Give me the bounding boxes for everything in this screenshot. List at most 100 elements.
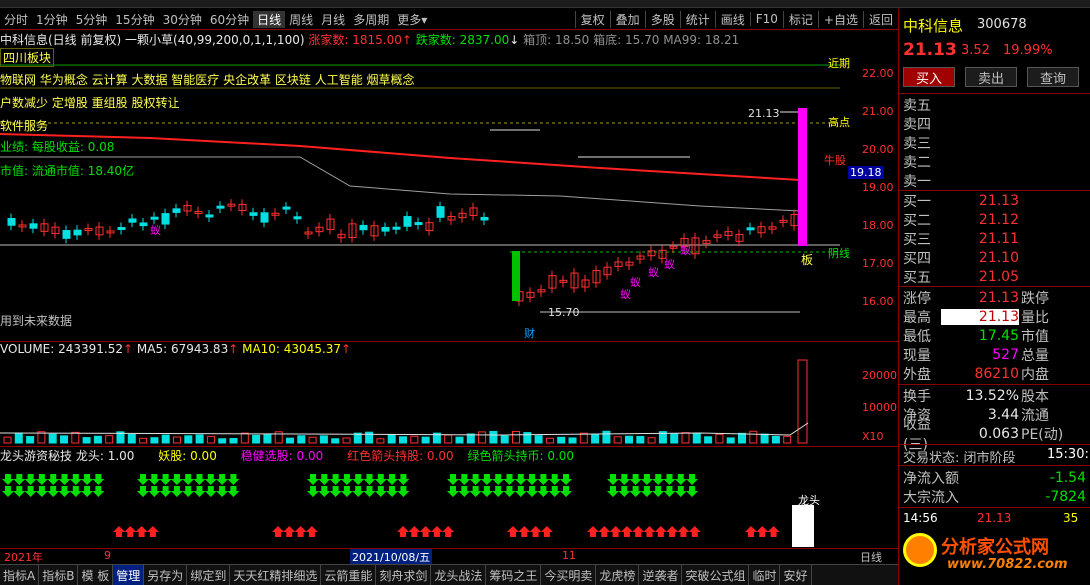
period-5min[interactable]: 5分钟: [72, 11, 112, 28]
green-arrow-icon: [469, 474, 482, 485]
tab-bind-to[interactable]: 绑定到: [187, 565, 231, 585]
volume-bar: [342, 437, 351, 444]
yin-label: 阴线: [828, 247, 850, 260]
candle-body: [161, 213, 170, 225]
green-arrow-icon: [69, 474, 82, 485]
red-arrow-icon: [767, 526, 780, 537]
green-arrow-icon: [618, 486, 631, 497]
day-label: 日线: [860, 551, 882, 564]
green-arrow-icon: [397, 486, 410, 497]
stats-button[interactable]: 统计: [679, 10, 715, 28]
tab-template[interactable]: 模 板: [78, 565, 114, 585]
chart-toolbar: 分时 1分钟 5分钟 15分钟 30分钟 60分钟 日线 周线 月线 多周期 更…: [0, 9, 898, 30]
sell-button[interactable]: 卖出: [965, 67, 1017, 87]
logo: 分析家公式网 www.70822.com: [903, 529, 1087, 581]
fin-row-eps: 收益(三) 0.063 PE(动): [903, 417, 1086, 453]
green-arrow-icon: [24, 474, 37, 485]
query-button[interactable]: 查询: [1027, 67, 1079, 87]
down-arrow-icon: ↓: [509, 33, 520, 46]
green-arrow-icon: [170, 486, 183, 497]
tab-formula-3[interactable]: 刻舟求剑: [376, 565, 432, 585]
tab-save-as[interactable]: 另存为: [144, 565, 188, 585]
tab-formula-4[interactable]: 龙头战法: [431, 565, 487, 585]
red-arrow-icon: [305, 526, 318, 537]
volume-bar: [173, 436, 181, 444]
red-arrow-icon: [430, 526, 443, 537]
add-watchlist-button[interactable]: +自选: [817, 10, 863, 28]
volume-chart[interactable]: 20000 10000 X10: [0, 355, 898, 445]
period-multi[interactable]: 多周期: [349, 11, 393, 28]
back-button[interactable]: 返回: [862, 10, 898, 28]
tab-formula-6[interactable]: 今买明卖: [541, 565, 597, 585]
green-arrow-icon: [58, 474, 71, 485]
red-arrow-icon: [124, 526, 137, 537]
mark-button[interactable]: 标记: [782, 10, 818, 28]
tab-anhao[interactable]: 安好: [780, 565, 812, 585]
fin-row-turnover: 换手 13.52% 股本: [903, 386, 1086, 405]
volume-bar: [150, 437, 159, 444]
candle-body: [139, 222, 148, 227]
tab-formula-1[interactable]: 天天红精排细选: [230, 565, 322, 585]
period-daily[interactable]: 日线: [253, 10, 286, 28]
green-arrow-icon: [193, 486, 206, 497]
tab-indicator-a[interactable]: 指标A: [0, 565, 40, 585]
volume-arrow-icon: ↑: [123, 342, 134, 356]
stat-value: 86210: [974, 365, 1019, 382]
f10-button[interactable]: F10: [749, 12, 783, 26]
tab-temp[interactable]: 临时: [749, 565, 781, 585]
period-monthly[interactable]: 月线: [317, 11, 349, 28]
period-30min[interactable]: 30分钟: [159, 11, 206, 28]
period-15min[interactable]: 15分钟: [111, 11, 158, 28]
tab-formula-8[interactable]: 逆袭者: [639, 565, 683, 585]
period-fenshi[interactable]: 分时: [0, 11, 32, 28]
tab-formula-9[interactable]: 突破公式组: [682, 565, 750, 585]
tick-price: 21.13: [977, 511, 1012, 525]
sell-level-1: 卖一: [903, 171, 1086, 190]
ant-marker: 蚁: [150, 224, 161, 237]
volume-bar: [681, 432, 690, 444]
volume-bar: [82, 437, 91, 444]
ban-marker: 板: [801, 253, 814, 267]
period-60min[interactable]: 60分钟: [206, 11, 253, 28]
period-weekly[interactable]: 周线: [285, 11, 317, 28]
volume-bar: [568, 437, 577, 444]
tab-manage[interactable]: 管理: [113, 565, 145, 585]
candle-body: [746, 227, 755, 231]
red-arrow-icon: [518, 526, 531, 537]
vol-tick-2: X10: [862, 430, 884, 443]
green-arrow-icon: [386, 474, 399, 485]
candle-body: [62, 230, 71, 239]
green-arrow-icon: [329, 486, 342, 497]
volume-bar: [308, 436, 317, 444]
overlay-button[interactable]: 叠加: [609, 10, 645, 28]
candle-body: [403, 216, 412, 227]
tab-formula-7[interactable]: 龙虎榜: [596, 565, 640, 585]
buy-button[interactable]: 买入: [903, 67, 955, 87]
green-arrow-icon: [193, 474, 206, 485]
fuquan-button[interactable]: 复权: [574, 10, 610, 28]
multi-stock-button[interactable]: 多股: [644, 10, 680, 28]
stock-title: 中科信息(日线 前复权): [0, 33, 122, 46]
formula-name: 一颗小草(40,99,200,0,1,1,100): [125, 33, 305, 46]
buy-level-price: 21.13: [978, 192, 1019, 209]
fin-label: 股本: [1021, 388, 1049, 405]
volume-bar: [545, 437, 554, 444]
period-more[interactable]: 更多▾: [393, 11, 431, 28]
red-arrow-icon: [688, 526, 701, 537]
longtou-label: 龙头: [798, 494, 820, 507]
volume-bar: [93, 435, 102, 444]
sell-level-4: 卖四: [903, 114, 1086, 133]
period-1min[interactable]: 1分钟: [32, 11, 72, 28]
stat-label: 最高: [903, 309, 931, 326]
tab-indicator-b[interactable]: 指标B: [39, 565, 79, 585]
green-arrow-icon: [663, 486, 676, 497]
green-arrow-icon: [24, 486, 37, 497]
candlestick-chart[interactable]: 蚁蚁蚁蚁蚁蚁 四川板块 物联网 华为概念 云计算 大数据 智能医疗 央企改革 区…: [0, 46, 898, 341]
tab-formula-2[interactable]: 云箭重能: [321, 565, 377, 585]
longtou-bar: [792, 505, 814, 547]
indicator-chart[interactable]: 龙头: [0, 460, 898, 548]
tab-formula-5[interactable]: 筹码之王: [486, 565, 542, 585]
green-arrow-icon: [216, 474, 229, 485]
draw-line-button[interactable]: 画线: [714, 10, 750, 28]
price-change: 3.52: [961, 43, 990, 58]
